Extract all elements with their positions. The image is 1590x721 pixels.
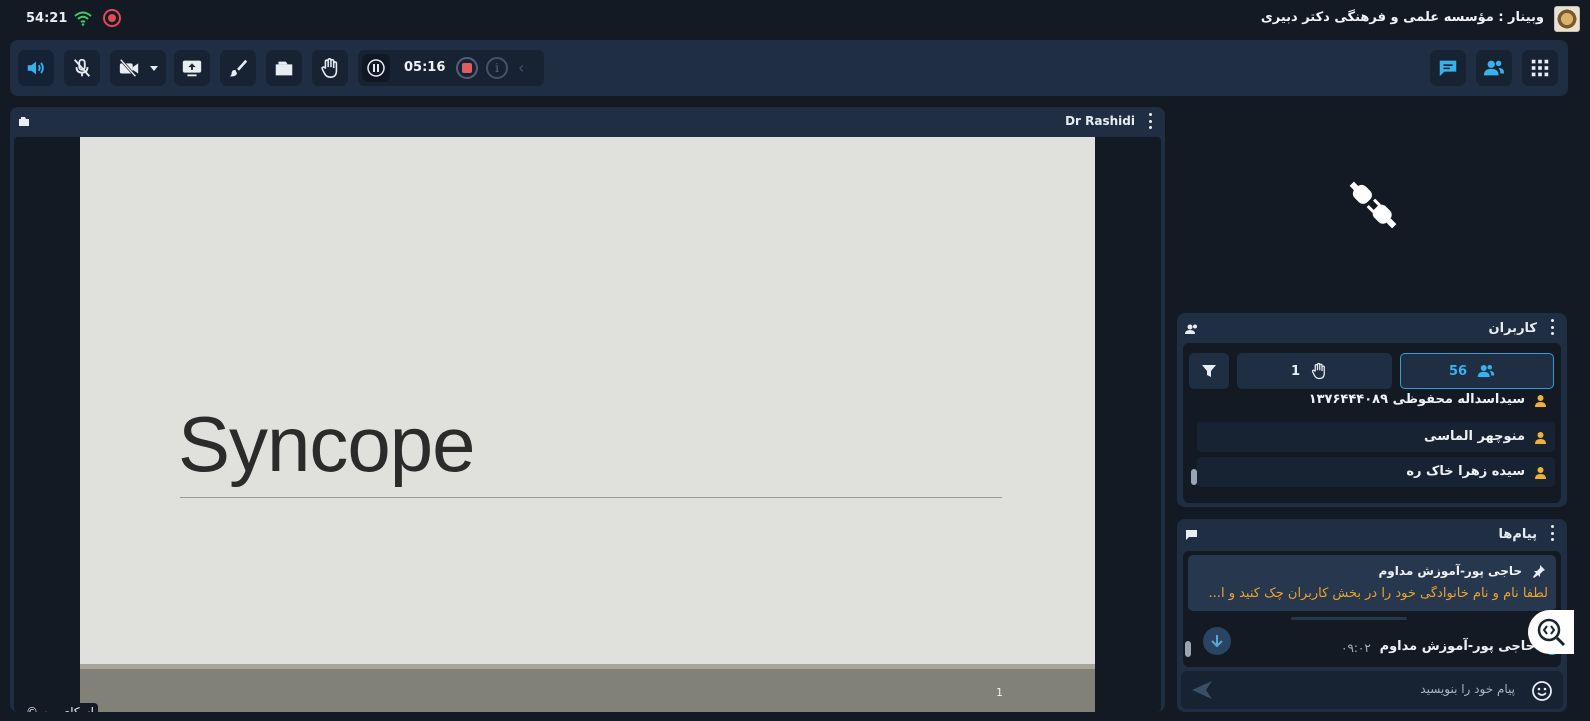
message-separator <box>1291 617 1407 620</box>
grid-icon <box>1531 59 1549 77</box>
session-clock: 54:21 <box>26 11 68 26</box>
stage-options-icon[interactable] <box>1149 113 1153 129</box>
camera-off-icon <box>119 58 139 78</box>
slide-divider <box>180 497 1002 498</box>
raised-hands-tab[interactable]: 1 <box>1237 353 1392 389</box>
message-time: ۰۹:۰۲ <box>1341 641 1371 655</box>
pin-icon <box>1533 565 1545 578</box>
floating-zoom-button[interactable] <box>1528 610 1574 654</box>
toolbar: 05:16 i ‹ <box>10 40 1568 96</box>
messages-options-icon[interactable] <box>1551 525 1555 541</box>
share-screen-button[interactable] <box>174 50 210 86</box>
folder-icon <box>275 61 293 76</box>
recording-controls: 05:16 i ‹ <box>358 50 544 86</box>
recording-indicator-icon <box>103 9 121 27</box>
message-composer[interactable]: پیام خود را بنویسید <box>1181 671 1563 709</box>
pinned-sender: حاجی پور-آموزش مداوم <box>1378 564 1522 578</box>
camera-dropdown-icon[interactable] <box>150 66 158 71</box>
chat-toggle-button[interactable] <box>1430 50 1466 86</box>
scroll-to-bottom-button[interactable] <box>1203 627 1231 655</box>
microphone-muted-icon <box>73 58 91 77</box>
users-icon <box>1477 365 1495 377</box>
user-count: 56 <box>1448 363 1468 379</box>
messages-panel: پیام‌ها حاجی پور-آموزش مداوم لطفا نام و … <box>1177 519 1567 712</box>
messages-panel-title: پیام‌ها <box>1498 527 1538 542</box>
raise-hand-button[interactable] <box>312 50 348 86</box>
speaker-icon <box>27 61 44 75</box>
message-sender: حاجی پور-آموزش مداوم <box>1379 639 1535 654</box>
user-name: سیداسداله محفوظی ۱۳۷۶۴۴۴۰۸۹ <box>1308 392 1525 407</box>
institute-logo <box>1554 6 1580 32</box>
pinned-message[interactable]: حاجی پور-آموزش مداوم لطفا نام و نام خانو… <box>1188 555 1556 611</box>
filter-button[interactable] <box>1189 353 1229 389</box>
user-row[interactable]: منوچهر الماسی <box>1197 422 1555 452</box>
user-icon <box>1535 432 1546 444</box>
send-icon[interactable] <box>1191 680 1213 700</box>
hand-icon <box>321 58 338 78</box>
slide-footer: 1 <box>80 664 1095 712</box>
user-icon <box>1535 395 1546 407</box>
message-input[interactable]: پیام خود را بنویسید <box>1420 682 1515 696</box>
slide-title: Syncope <box>178 400 476 488</box>
stop-recording-button[interactable] <box>456 57 478 79</box>
users-options-icon[interactable] <box>1551 319 1555 335</box>
disconnected-plug-icon <box>1349 181 1397 229</box>
info-icon[interactable]: i <box>486 57 508 79</box>
all-users-tab[interactable]: 56 <box>1400 353 1554 389</box>
raised-hands-count: 1 <box>1290 363 1301 379</box>
users-toggle-button[interactable] <box>1476 50 1512 86</box>
chevron-left-icon[interactable]: ‹ <box>518 58 524 77</box>
pause-icon <box>367 59 385 77</box>
magnifier-icon <box>1537 618 1566 647</box>
filter-icon <box>1202 365 1216 377</box>
copyright-label: اسکای‌روم © <box>22 703 98 712</box>
apps-menu-button[interactable] <box>1522 50 1558 86</box>
users-scrollbar[interactable] <box>1191 469 1197 485</box>
chat-icon <box>1439 60 1457 77</box>
users-panel: کاربران 56 1 سیداسداله محفوظی ۱۳۷۶۴۴۴۰۸۹ <box>1177 313 1567 507</box>
pause-recording-button[interactable] <box>362 54 390 82</box>
files-button[interactable] <box>266 50 302 86</box>
presentation-panel: Dr Rashidi Syncope 1 اسکای‌روم © <box>10 107 1165 712</box>
users-panel-title: کاربران <box>1488 321 1537 336</box>
hand-icon <box>1311 362 1325 380</box>
users-icon <box>1483 60 1505 76</box>
users-list: 56 1 سیداسداله محفوظی ۱۳۷۶۴۴۴۰۸۹ منوچهر <box>1183 343 1561 503</box>
user-name: سیده زهرا خاک ره <box>1406 464 1525 479</box>
users-icon <box>1185 324 1197 334</box>
slide: Syncope 1 <box>80 137 1095 712</box>
user-row[interactable]: سیده زهرا خاک ره <box>1197 457 1555 487</box>
brush-icon <box>229 59 248 77</box>
messages-scrollbar[interactable] <box>1185 641 1191 657</box>
slide-page-number: 1 <box>996 686 1003 699</box>
chat-icon <box>1186 530 1197 540</box>
user-icon <box>1535 467 1546 479</box>
arrow-down-icon <box>1211 635 1223 648</box>
wifi-icon <box>74 11 92 26</box>
messages-list: حاجی پور-آموزش مداوم لطفا نام و نام خانو… <box>1183 551 1561 667</box>
folder-icon <box>19 117 29 126</box>
speaker-button[interactable] <box>18 50 54 86</box>
pinned-text: لطفا نام و نام خانوادگی خود را در بخش کا… <box>1208 586 1548 601</box>
user-row[interactable]: سیداسداله محفوظی ۱۳۷۶۴۴۴۰۸۹ <box>1197 390 1555 420</box>
status-bar: 54:21 وبینار : مؤسسه علمی و فرهنگی دکتر … <box>0 0 1590 38</box>
screen-share-icon <box>182 60 202 77</box>
recording-timer: 05:16 <box>404 60 446 75</box>
emoji-icon[interactable] <box>1531 680 1553 702</box>
presentation-canvas: Syncope 1 اسکای‌روم © <box>14 137 1161 712</box>
camera-button[interactable] <box>110 50 166 86</box>
microphone-button[interactable] <box>64 50 100 86</box>
webinar-title: وبینار : مؤسسه علمی و فرهنگی دکتر دبیری <box>1260 10 1544 25</box>
user-name: منوچهر الماسی <box>1424 429 1525 444</box>
whiteboard-button[interactable] <box>220 50 256 86</box>
presenter-name: Dr Rashidi <box>1065 114 1135 128</box>
